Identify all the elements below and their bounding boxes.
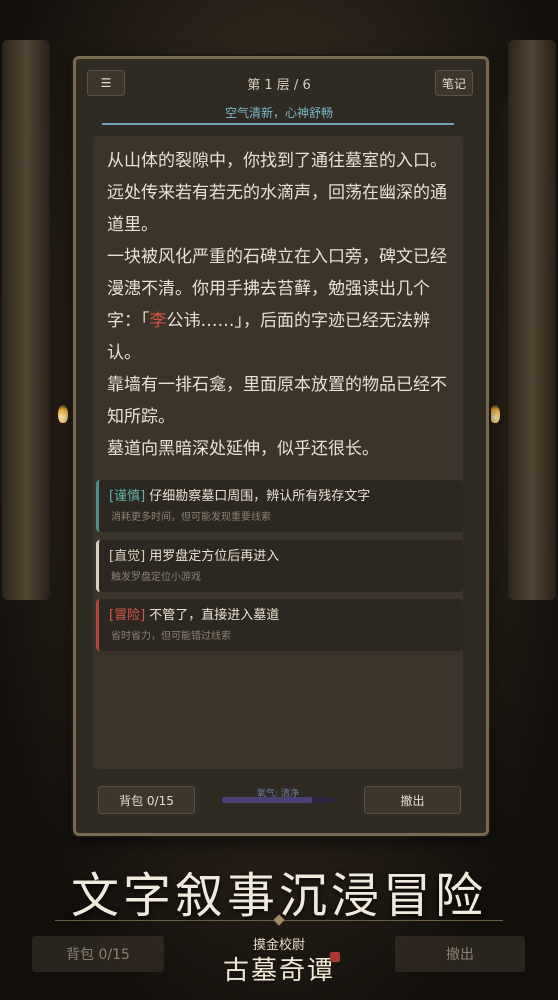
choice-text: 用罗盘定方位后再进入 <box>145 549 280 564</box>
stone-pillar-right <box>508 40 556 600</box>
stone-pillar-left <box>2 40 50 600</box>
floor-indicator: 第 1 层 / 6 <box>247 78 311 93</box>
air-meter <box>222 797 334 803</box>
choice-tag: [直觉] <box>109 549 146 564</box>
choice-intuition[interactable]: [直觉] 用罗盘定方位后再进入 触发罗盘定位小游戏 <box>96 540 463 592</box>
narrative-paragraph: 一块被风化严重的石碑立在入口旁，碑文已经漫漶不清。你用手拂去苔藓，勉强读出几个字… <box>107 241 452 369</box>
status-text: 空气清新，心神舒畅 <box>224 106 333 120</box>
highlighted-character: 李 <box>149 311 167 331</box>
choice-tag: [谨慎] <box>109 489 146 504</box>
air-meter-fill <box>222 797 312 803</box>
candle-flame-icon <box>58 405 68 423</box>
choice-hint: 触发罗盘定位小游戏 <box>111 572 201 583</box>
narrative-paragraph: 从山体的裂隙中，你找到了通往墓室的入口。远处传来若有若无的水滴声，回荡在幽深的通… <box>107 151 447 235</box>
candle-flame-icon <box>490 405 500 423</box>
retreat-button[interactable]: 撤出 <box>364 786 461 814</box>
choice-text: 不管了，直接进入墓道 <box>145 608 280 623</box>
narrative-text: 从山体的裂隙中，你找到了通往墓室的入口。远处传来若有若无的水滴声，回荡在幽深的通… <box>107 145 452 465</box>
choice-tag: [冒险] <box>109 608 146 623</box>
choice-text: 仔细勘察墓口周围，辨认所有残存文字 <box>145 489 371 504</box>
red-seal-icon <box>330 952 340 962</box>
choice-hint: 消耗更多时间，但可能发现重要线索 <box>111 512 271 523</box>
notes-button[interactable]: 笔记 <box>435 70 473 96</box>
narrative-paragraph: 墓道向黑暗深处延伸，似乎还很长。 <box>107 439 379 459</box>
status-divider <box>102 123 454 125</box>
backpack-button[interactable]: 背包 0/15 <box>98 786 195 814</box>
choice-hint: 省时省力，但可能错过线索 <box>111 631 231 642</box>
choice-risky[interactable]: [冒险] 不管了，直接进入墓道 省时省力，但可能错过线索 <box>96 599 463 651</box>
retreat-button-secondary[interactable]: 撤出 <box>395 936 525 972</box>
choice-cautious[interactable]: [谨慎] 仔细勘察墓口周围，辨认所有残存文字 消耗更多时间，但可能发现重要线索 <box>96 480 463 532</box>
narrative-paragraph: 靠墙有一排石龛，里面原本放置的物品已经不知所踪。 <box>107 375 447 427</box>
